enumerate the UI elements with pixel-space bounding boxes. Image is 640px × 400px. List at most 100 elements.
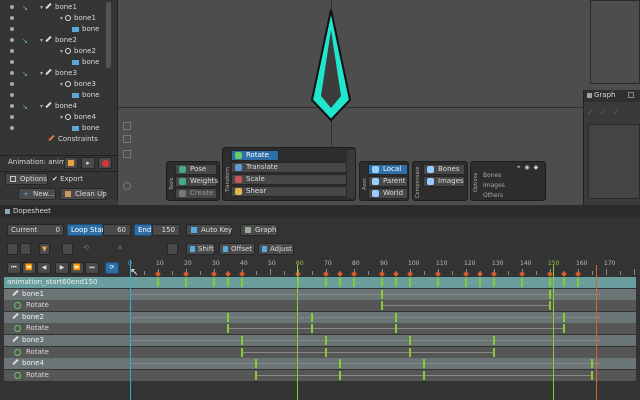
dopesheet-row-rot[interactable]: Rotate	[4, 323, 636, 335]
keyframe[interactable]	[241, 336, 243, 345]
record-icon[interactable]	[98, 157, 112, 169]
key-icon[interactable]	[64, 157, 78, 169]
compensate-images[interactable]: Images	[423, 176, 465, 187]
keyframe[interactable]	[381, 289, 383, 299]
world-axis[interactable]: World	[368, 188, 408, 199]
visibility-icon[interactable]	[10, 38, 14, 42]
keyframe[interactable]	[325, 347, 327, 357]
visibility-icon[interactable]	[10, 104, 14, 108]
keyframe[interactable]	[423, 359, 425, 369]
cleanup-button[interactable]: Clean Up	[60, 188, 107, 200]
tree-item-slot[interactable]: ▾ bone2	[0, 46, 110, 57]
keyframe[interactable]	[353, 278, 355, 287]
keyframe[interactable]	[185, 278, 187, 287]
keyframe[interactable]	[549, 301, 551, 311]
tree-scrollbar[interactable]	[106, 2, 111, 68]
expand-icon[interactable]: ▾	[60, 13, 63, 24]
timeline-ruler[interactable]: 0102030405060708090100110120130140150160…	[128, 260, 640, 277]
dopesheet-row-bone[interactable]: bone1	[4, 288, 636, 300]
keyframe[interactable]	[311, 312, 313, 322]
new-button[interactable]: + New...	[18, 188, 56, 200]
viewport[interactable]: Tools Pose Weights Create Transform Rota…	[118, 0, 640, 205]
auto-key-button[interactable]: Auto Key	[186, 224, 232, 236]
keyframe[interactable]	[339, 359, 341, 369]
tree-item-constraints[interactable]: Constraints	[0, 134, 110, 145]
hand-icon[interactable]	[123, 150, 131, 158]
loop-start-label[interactable]: Loop Start	[67, 224, 107, 236]
option-images[interactable]: Images	[483, 182, 505, 189]
export-icon[interactable]: ▸	[81, 157, 95, 169]
export-checkbox[interactable]: ✔ Export	[52, 173, 83, 185]
tree-item-bone[interactable]: ↘ ▾ bone2	[0, 35, 110, 46]
dopesheet-row-rot[interactable]: Rotate	[4, 300, 636, 312]
keyframe[interactable]	[227, 324, 229, 334]
visibility-icon[interactable]	[10, 93, 14, 97]
x-icon[interactable]: ✕	[117, 244, 123, 252]
visibility-icon[interactable]	[10, 115, 14, 119]
keyframe[interactable]	[563, 278, 565, 287]
keyframe[interactable]	[409, 347, 411, 357]
visibility-icon[interactable]	[10, 5, 14, 9]
keyframe[interactable]	[241, 347, 243, 357]
play-back-icon[interactable]: ◀	[37, 262, 51, 274]
keyframe[interactable]	[325, 278, 327, 287]
keyframe[interactable]	[311, 324, 313, 334]
keyframe[interactable]	[549, 289, 551, 299]
first-frame-icon[interactable]: ⏮	[7, 262, 21, 274]
option-others[interactable]: Others	[483, 192, 503, 199]
keyframe[interactable]	[577, 278, 579, 287]
compensate-bones[interactable]: Bones	[423, 164, 465, 175]
tree-item-slot[interactable]: ▾ bone4	[0, 112, 110, 123]
keyframe[interactable]	[395, 312, 397, 322]
visibility-icon[interactable]	[10, 49, 14, 53]
keyframe[interactable]	[479, 278, 481, 287]
graph-button[interactable]: Graph	[240, 224, 278, 236]
visibility-icon[interactable]	[10, 126, 14, 130]
next-key-icon[interactable]: ⏩	[70, 262, 84, 274]
rotate-tool[interactable]: Rotate	[231, 150, 279, 161]
keyframe[interactable]	[521, 278, 523, 287]
adjust-button[interactable]: Adjust	[258, 243, 294, 255]
pan-icon[interactable]	[123, 135, 131, 143]
keyframe[interactable]	[255, 370, 257, 380]
end-label[interactable]: End	[134, 224, 152, 236]
graph-canvas[interactable]	[588, 124, 640, 199]
delete-icon[interactable]	[167, 243, 178, 255]
last-frame-icon[interactable]: ⏭	[85, 262, 99, 274]
translate-tool[interactable]: Translate	[231, 162, 347, 173]
keyframe[interactable]	[395, 278, 397, 287]
expand-icon[interactable]: ▾	[60, 79, 63, 90]
tree-item-slot[interactable]: ▾ bone1	[0, 13, 110, 24]
dopesheet-row-bone[interactable]: bone4	[4, 358, 636, 370]
weights-tool[interactable]: Weights	[175, 176, 218, 187]
pose-tool[interactable]: Pose	[175, 164, 217, 175]
keyframe[interactable]	[493, 336, 495, 345]
tree-item-slot[interactable]: ▾ bone3	[0, 79, 110, 90]
keyframe[interactable]	[339, 370, 341, 380]
keyframe[interactable]	[241, 278, 243, 287]
filter-icon[interactable]: ▼	[39, 243, 50, 255]
keyframe[interactable]	[591, 370, 593, 380]
keyframe[interactable]	[563, 324, 565, 334]
expand-icon[interactable]: ▾	[40, 101, 43, 112]
visibility-icon[interactable]	[10, 71, 14, 75]
visibility-icon[interactable]	[10, 16, 14, 20]
shear-tool[interactable]: Shear	[231, 186, 347, 197]
current-field[interactable]: Current 0	[7, 224, 64, 236]
keyframe[interactable]	[157, 278, 159, 287]
scale-tool[interactable]: Scale	[231, 174, 347, 185]
keyframe[interactable]	[381, 278, 383, 287]
loop-icon[interactable]: ⟳	[105, 262, 119, 274]
zoom-icon[interactable]	[123, 122, 131, 130]
expand-icon[interactable]: ▾	[60, 112, 63, 123]
tree-item-bone[interactable]: ↘ ▾ bone4	[0, 101, 110, 112]
keyframe[interactable]	[339, 278, 341, 287]
keyframe[interactable]	[549, 278, 551, 287]
keyframe[interactable]	[227, 278, 229, 287]
keyframe[interactable]	[227, 312, 229, 322]
key-column[interactable]	[347, 150, 355, 198]
maximize-icon[interactable]	[628, 92, 634, 98]
keyframe[interactable]	[591, 359, 593, 369]
parent-axis[interactable]: Parent	[368, 176, 408, 187]
keyframe[interactable]	[381, 301, 383, 311]
